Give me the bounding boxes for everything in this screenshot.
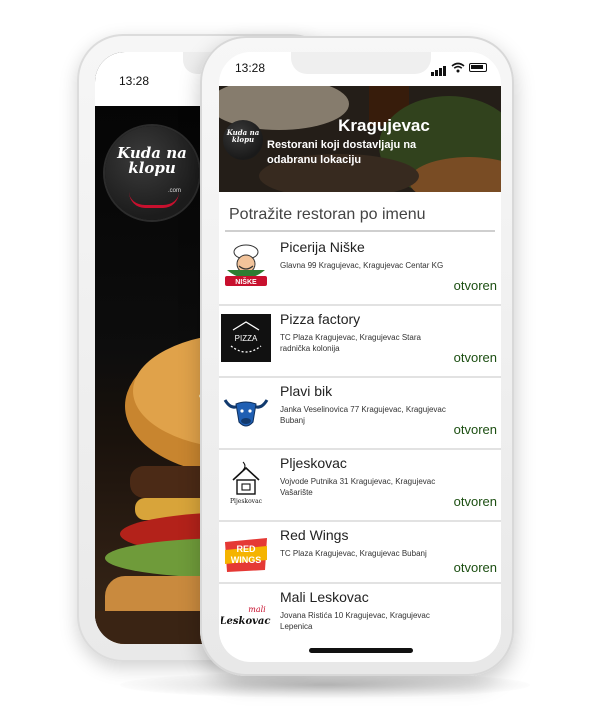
battery-icon <box>469 62 487 72</box>
restaurant-list: NIŠKE Picerija Niške Glavna 99 Kragujeva… <box>219 234 501 656</box>
status-time: 13:28 <box>235 61 266 75</box>
pljeskovac-house-logo-icon: Pljeskovac <box>230 461 263 505</box>
restaurant-address: TC Plaza Kragujevac, Kragujevac Stara ra… <box>280 333 421 353</box>
signal-icon <box>431 58 447 76</box>
restaurant-address: TC Plaza Kragujevac, Kragujevac Bubanj <box>280 549 427 558</box>
restaurant-status: otvoren <box>453 350 497 365</box>
leskovac-logo-text: Leskovac <box>221 616 271 627</box>
restaurant-name: Mali Leskovac <box>280 589 369 605</box>
notch <box>291 52 431 74</box>
red-wings-logo-line2: WINGS <box>231 555 262 565</box>
red-wings-logo-icon: RED WINGS <box>225 538 267 572</box>
header-logo: Kuda na klopu <box>223 120 263 160</box>
status-bar: 13:28 <box>219 52 501 86</box>
header-logo-text: Kuda na klopu <box>226 128 260 144</box>
logo-smile-icon <box>129 192 179 208</box>
nishke-logo-text: NIŠKE <box>235 277 257 286</box>
restaurant-status: otvoren <box>453 278 497 293</box>
restaurant-address: Glavna 99 Kragujevac, Kragujevac Centar … <box>280 261 444 270</box>
header-subtitle: Restorani koji dostavljaju na odabranu l… <box>267 139 417 166</box>
nishke-chef-logo-icon: NIŠKE <box>225 244 267 286</box>
pizza-logo-text: PIZZA <box>235 334 258 343</box>
mali-leskovac-logo-icon: mali Leskovac <box>221 605 271 627</box>
pljeskovac-logo-text: Pljeskovac <box>230 498 263 505</box>
blue-bull-logo-icon <box>223 399 269 427</box>
restaurant-item-pizza-factory[interactable]: PIZZA Pizza factory TC Plaza Kragujevac,… <box>219 306 501 378</box>
restaurant-name: Red Wings <box>280 527 349 543</box>
restaurant-item-red-wings[interactable]: RED WINGS Red Wings TC Plaza Kragujevac,… <box>219 522 501 584</box>
mali-logo-text: mali <box>248 605 266 614</box>
red-wings-logo-line1: RED <box>236 544 256 554</box>
kuda-na-klopu-logo: Kuda na klopu .com <box>105 126 199 220</box>
location-header: Kuda na klopu Kragujevac Restorani koji … <box>219 86 501 192</box>
mockup-stage: 13:28 Kuda na klopu .com 13:28 Kuda na k… <box>0 0 600 714</box>
home-indicator[interactable] <box>309 648 413 653</box>
restaurant-item-mali-leskovac[interactable]: mali Leskovac Mali Leskovac Jovana Risti… <box>219 584 501 656</box>
pizza-factory-logo-icon: PIZZA <box>221 314 271 362</box>
restaurant-address: Jovana Ristića 10 Kragujevac, Kragujevac… <box>280 611 430 631</box>
logo-text: Kuda na klopu <box>117 144 187 177</box>
status-icons <box>431 58 487 76</box>
restaurant-address: Vojvode Putnika 31 Kragujevac, Kragujeva… <box>280 477 436 497</box>
restaurant-name: Plavi bik <box>280 383 333 399</box>
front-phone-screen: 13:28 Kuda na klopu Kragujevac Restorani… <box>219 52 501 662</box>
restaurant-item-picerija-niske[interactable]: NIŠKE Picerija Niške Glavna 99 Kragujeva… <box>219 234 501 306</box>
restaurant-status: otvoren <box>453 422 497 437</box>
back-status-time: 13:28 <box>119 74 150 88</box>
restaurant-status: otvoren <box>453 494 497 509</box>
restaurant-address: Janka Veselinovica 77 Kragujevac, Kraguj… <box>280 405 446 425</box>
wifi-icon <box>451 62 465 72</box>
restaurant-item-pljeskovac[interactable]: Pljeskovac Pljeskovac Vojvode Putnika 31… <box>219 450 501 522</box>
restaurant-name: Pljeskovac <box>280 455 347 471</box>
restaurant-search-input[interactable]: Potražite restoran po imenu <box>225 202 495 232</box>
city-title: Kragujevac <box>338 116 430 135</box>
restaurant-name: Pizza factory <box>280 311 361 327</box>
restaurant-status: otvoren <box>453 560 497 575</box>
restaurant-name: Picerija Niške <box>280 239 365 255</box>
restaurant-item-plavi-bik[interactable]: Plavi bik Janka Veselinovica 77 Kragujev… <box>219 378 501 450</box>
front-phone: 13:28 Kuda na klopu Kragujevac Restorani… <box>200 36 514 676</box>
